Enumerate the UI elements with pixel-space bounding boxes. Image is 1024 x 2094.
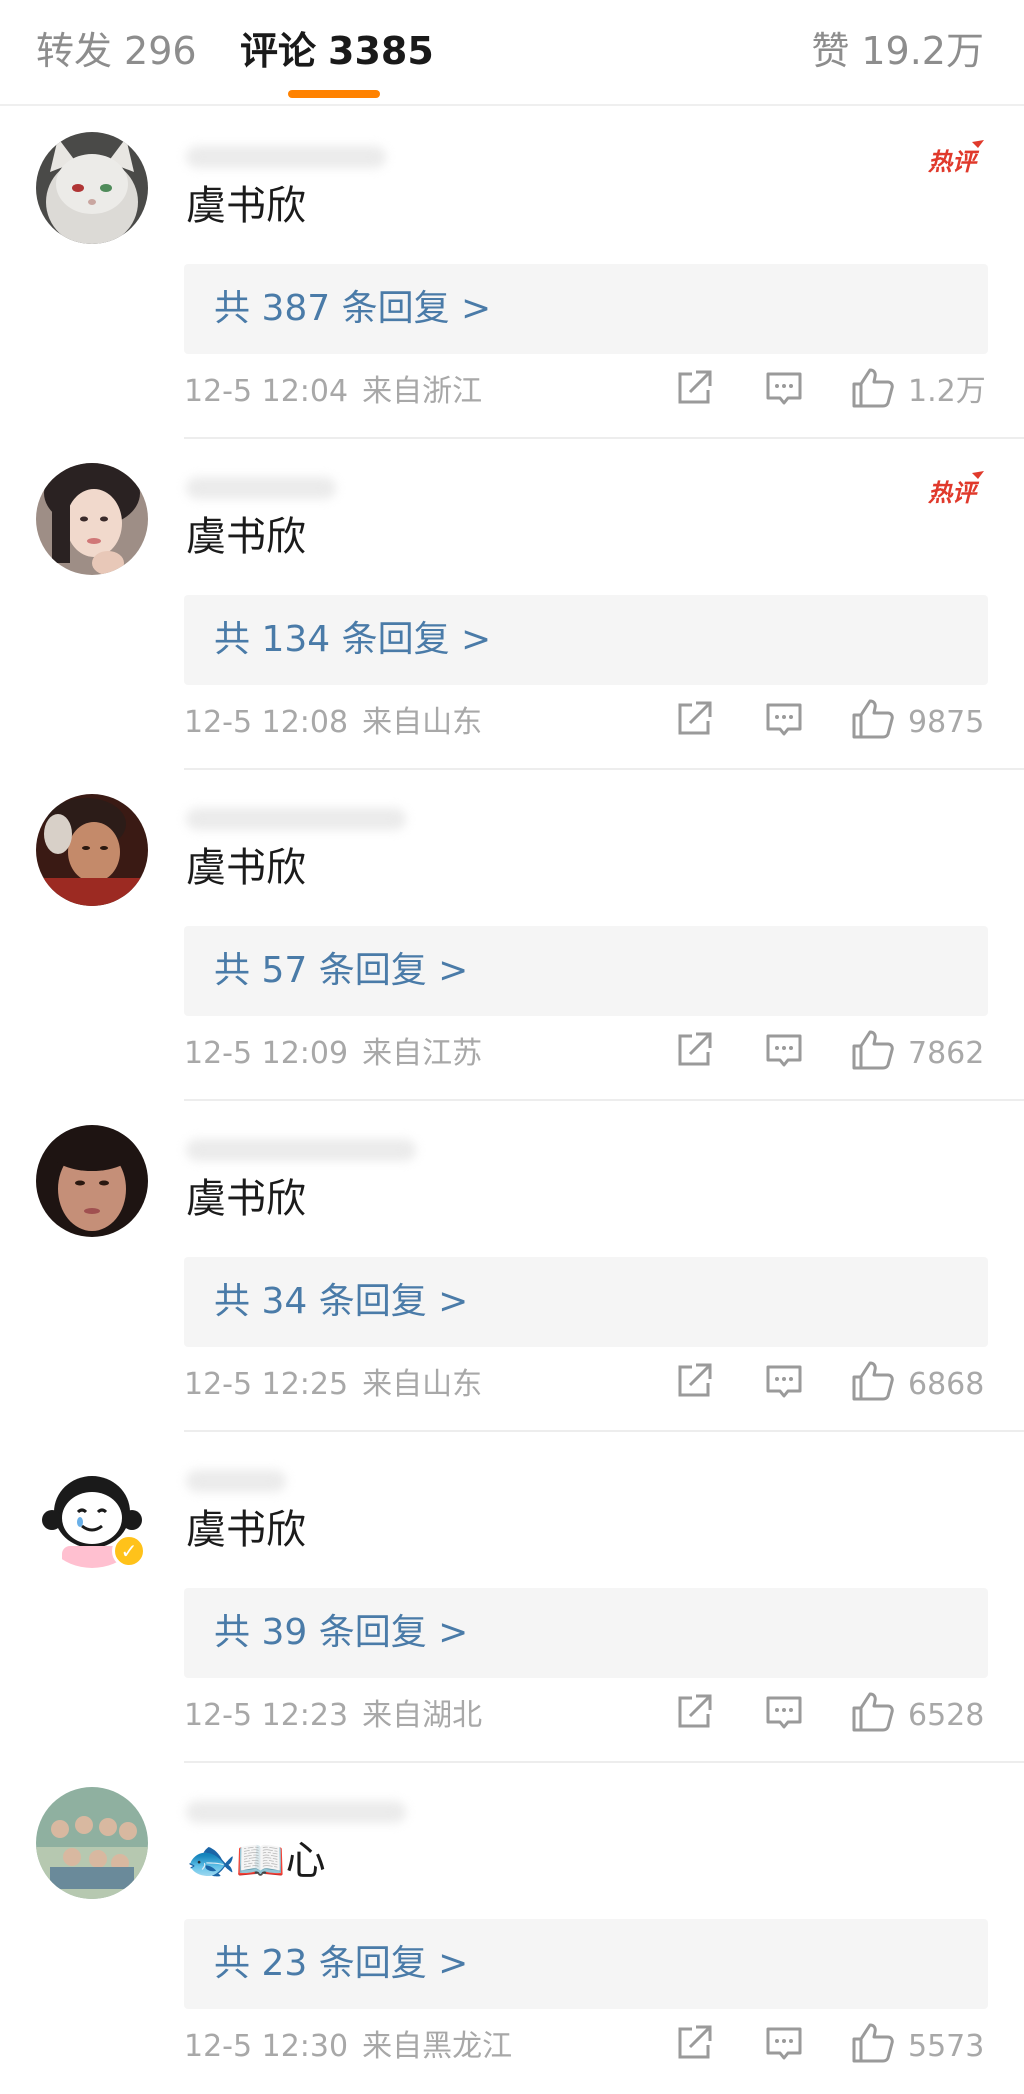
username-blurred[interactable] [186, 146, 386, 168]
view-replies-button[interactable]: 共 39 条回复 > [184, 1588, 988, 1678]
comment-meta: 12-5 12:23 来自湖北 [184, 1694, 482, 1738]
like-count: 9875 [908, 705, 985, 740]
tab-repost[interactable]: 转发 296 [36, 24, 197, 78]
comment-time: 12-5 12:08 [184, 705, 349, 740]
hot-badge-label: 热评 [927, 148, 980, 176]
view-replies-button[interactable]: 共 387 条回复 > [184, 264, 988, 354]
view-replies-button[interactable]: 共 57 条回复 > [184, 926, 988, 1016]
thumbs-up-icon[interactable] [848, 1688, 896, 1736]
comment-item: 虞书欣 共 57 条回复 > 12-5 12:09 来自江苏 7862 [0, 770, 1024, 1101]
tab-comments[interactable]: 评论 3385 [240, 24, 434, 78]
tab-repost-label: 转发 [36, 29, 113, 73]
comment-icon[interactable] [760, 1688, 808, 1736]
hot-comment-badge: 热评 [927, 471, 984, 507]
comment-meta: 12-5 12:09 来自江苏 [184, 1032, 482, 1076]
comment-meta: 12-5 12:08 来自山东 [184, 701, 482, 745]
tab-likes[interactable]: 赞 19.2万 [811, 24, 984, 78]
comment-time: 12-5 12:23 [184, 1698, 349, 1733]
username-blurred[interactable] [186, 477, 336, 499]
share-icon[interactable] [670, 2019, 718, 2067]
comment-item: 虞书欣 共 34 条回复 > 12-5 12:25 来自山东 6868 [0, 1101, 1024, 1432]
like-count: 6528 [908, 1698, 985, 1733]
comment-location: 来自山东 [362, 1367, 483, 1402]
comment-time: 12-5 12:30 [184, 2029, 349, 2064]
tab-comments-count: 3385 [328, 29, 434, 73]
replies-count: 共 134 条回复 > [214, 619, 492, 660]
avatar[interactable] [36, 1125, 148, 1237]
comment-meta: 12-5 12:04 来自浙江 [184, 370, 482, 414]
username-blurred[interactable] [186, 1139, 416, 1161]
comment-item: 热评 虞书欣 共 387 条回复 > 12-5 12:04 来自浙江 1.2万 [0, 108, 1024, 439]
comment-time: 12-5 12:04 [184, 374, 349, 409]
comment-item: 🐟📖心 共 23 条回复 > 12-5 12:30 来自黑龙江 5573 [0, 1763, 1024, 2094]
comment-meta: 12-5 12:30 来自黑龙江 [184, 2025, 512, 2069]
replies-count: 共 34 条回复 > [214, 1281, 469, 1322]
comment-text: 虞书欣 [186, 183, 306, 229]
comment-text: 虞书欣 [186, 845, 306, 891]
comment-icon[interactable] [760, 364, 808, 412]
comment-item: ✓ 虞书欣 共 39 条回复 > 12-5 12:23 来自湖北 6528 [0, 1432, 1024, 1763]
comment-icon[interactable] [760, 1357, 808, 1405]
comment-text: 🐟📖心 [186, 1838, 326, 1884]
thumbs-up-icon[interactable] [848, 695, 896, 743]
replies-count: 共 57 条回复 > [214, 950, 469, 991]
verified-badge-icon: ✓ [112, 1534, 146, 1568]
comment-time: 12-5 12:09 [184, 1036, 349, 1071]
tab-repost-count: 296 [124, 29, 197, 73]
comment-item: 热评 虞书欣 共 134 条回复 > 12-5 12:08 来自山东 9875 [0, 439, 1024, 770]
like-count: 5573 [908, 2029, 985, 2064]
thumbs-up-icon[interactable] [848, 1026, 896, 1074]
like-count: 1.2万 [908, 374, 986, 409]
hot-badge-label: 热评 [927, 479, 980, 507]
username-blurred[interactable] [186, 1470, 286, 1492]
share-icon[interactable] [670, 364, 718, 412]
replies-count: 共 39 条回复 > [214, 1612, 469, 1653]
thumbs-up-icon[interactable] [848, 364, 896, 412]
username-blurred[interactable] [186, 808, 406, 830]
replies-count: 共 23 条回复 > [214, 1943, 469, 1984]
comment-location: 来自江苏 [362, 1036, 483, 1071]
like-count: 7862 [908, 1036, 985, 1071]
avatar[interactable] [36, 463, 148, 575]
comment-text: 虞书欣 [186, 1176, 306, 1222]
replies-count: 共 387 条回复 > [214, 288, 492, 329]
view-replies-button[interactable]: 共 23 条回复 > [184, 1919, 988, 2009]
comment-location: 来自湖北 [362, 1698, 483, 1733]
active-tab-indicator [288, 90, 380, 98]
thumbs-up-icon[interactable] [848, 2019, 896, 2067]
avatar[interactable] [36, 1787, 148, 1899]
share-icon[interactable] [670, 1688, 718, 1736]
tab-likes-label: 赞 [811, 29, 850, 73]
comment-location: 来自山东 [362, 705, 483, 740]
share-icon[interactable] [670, 695, 718, 743]
tab-comments-label: 评论 [240, 29, 317, 73]
comment-meta: 12-5 12:25 来自山东 [184, 1363, 482, 1407]
comment-icon[interactable] [760, 695, 808, 743]
comment-location: 来自浙江 [362, 374, 483, 409]
comment-icon[interactable] [760, 2019, 808, 2067]
thumbs-up-icon[interactable] [848, 1357, 896, 1405]
like-count: 6868 [908, 1367, 985, 1402]
comment-location: 来自黑龙江 [362, 2029, 513, 2064]
share-icon[interactable] [670, 1026, 718, 1074]
username-blurred[interactable] [186, 1801, 406, 1823]
avatar[interactable] [36, 132, 148, 244]
comment-tabs: 转发 296 评论 3385 赞 19.2万 [0, 0, 1024, 106]
comment-time: 12-5 12:25 [184, 1367, 349, 1402]
comment-text: 虞书欣 [186, 514, 306, 560]
share-icon[interactable] [670, 1357, 718, 1405]
tab-likes-count: 19.2万 [861, 29, 984, 73]
comment-icon[interactable] [760, 1026, 808, 1074]
view-replies-button[interactable]: 共 134 条回复 > [184, 595, 988, 685]
hot-comment-badge: 热评 [927, 140, 984, 176]
comment-text: 虞书欣 [186, 1507, 306, 1553]
avatar[interactable] [36, 794, 148, 906]
view-replies-button[interactable]: 共 34 条回复 > [184, 1257, 988, 1347]
